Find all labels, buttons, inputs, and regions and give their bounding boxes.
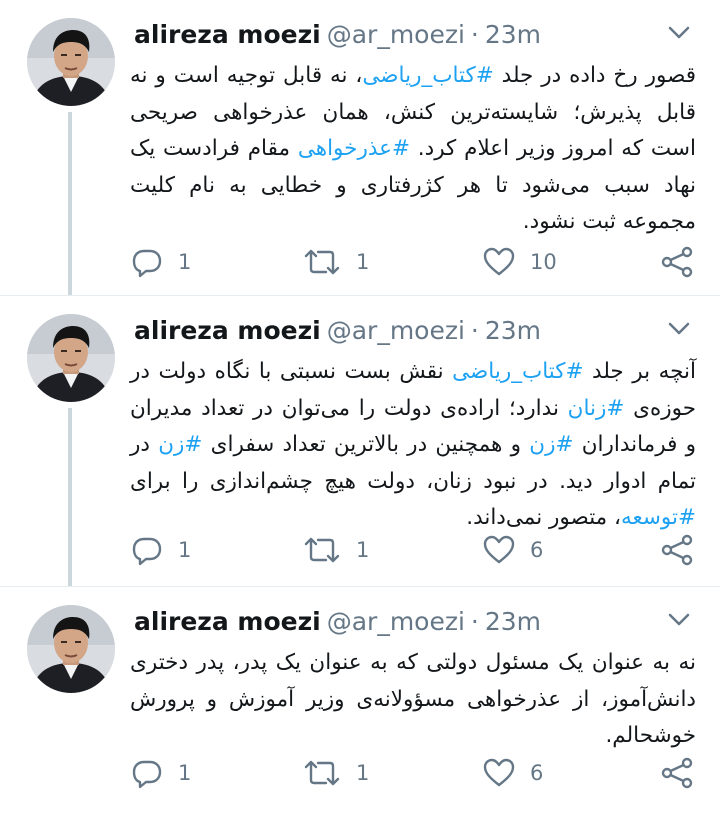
like-button[interactable]: 6 <box>482 530 543 570</box>
hashtag-link[interactable]: #زن <box>158 432 202 457</box>
avatar-image <box>27 314 115 402</box>
tweet-text: آنچه بر جلد #کتاب_ریاضی نقش بست نسبتی با… <box>130 354 696 539</box>
tweet-header: alireza moezi @ar_moezi · 23m <box>134 316 700 352</box>
reply-button[interactable]: 1 <box>130 242 191 282</box>
hashtag-link[interactable]: #زن <box>529 432 573 457</box>
retweet-icon <box>304 537 340 563</box>
hashtag-link[interactable]: #زنان <box>568 396 625 421</box>
tweet-actions: 1 1 10 <box>130 242 696 282</box>
tweet-text-segment: و همچنین در بالاترین تعداد سفرای <box>202 432 530 457</box>
avatar-image <box>27 18 115 106</box>
retweet-button[interactable]: 1 <box>302 753 369 793</box>
tweet[interactable]: alireza moezi @ar_moezi · 23m نه به عنوان ی… <box>0 587 720 819</box>
like-count: 10 <box>530 250 557 274</box>
separator-dot: · <box>470 316 479 345</box>
chevron-down-icon[interactable] <box>668 26 690 40</box>
chevron-down-icon[interactable] <box>668 613 690 627</box>
reply-button[interactable]: 1 <box>130 530 191 570</box>
tweet-actions: 1 1 6 <box>130 530 696 570</box>
reply-count: 1 <box>178 250 192 274</box>
share-icon <box>661 534 693 566</box>
hashtag-link[interactable]: #عذرخواهی <box>298 136 410 161</box>
heart-icon <box>483 758 515 787</box>
author-handle[interactable]: @ar_moezi <box>327 20 465 49</box>
reply-icon <box>132 760 162 789</box>
reply-count: 1 <box>178 538 192 562</box>
retweet-count: 1 <box>356 250 370 274</box>
like-count: 6 <box>530 761 544 785</box>
heart-icon <box>483 247 515 276</box>
tweet-text-segment: نه به عنوان یک مسئول دولتی که به عنوان ی… <box>130 650 696 748</box>
reply-button[interactable]: 1 <box>130 753 191 793</box>
share-button[interactable] <box>660 753 694 793</box>
tweet-text: نه به عنوان یک مسئول دولتی که به عنوان ی… <box>130 645 696 755</box>
tweet-actions: 1 1 6 <box>130 753 696 793</box>
thread-connector <box>68 408 72 586</box>
avatar-image <box>27 605 115 693</box>
author-name[interactable]: alireza moezi <box>134 316 321 345</box>
author-name[interactable]: alireza moezi <box>134 20 321 49</box>
share-icon <box>661 757 693 789</box>
retweet-icon <box>304 249 340 275</box>
timestamp[interactable]: 23m <box>485 20 541 49</box>
tweet[interactable]: alireza moezi @ar_moezi · 23m آنچه بر جلد #… <box>0 296 720 586</box>
chevron-down-icon[interactable] <box>668 322 690 336</box>
tweet-text-segment: قصور رخ داده در جلد <box>493 63 696 88</box>
reply-icon <box>132 249 162 278</box>
heart-icon <box>483 535 515 564</box>
share-icon <box>661 246 693 278</box>
like-button[interactable]: 10 <box>482 242 557 282</box>
like-button[interactable]: 6 <box>482 753 543 793</box>
tweet[interactable]: alireza moezi @ar_moezi · 23m قصور رخ داده … <box>0 0 720 295</box>
reply-count: 1 <box>178 761 192 785</box>
tweet-feed: alireza moezi @ar_moezi · 23m قصور رخ داده … <box>0 0 720 819</box>
timestamp[interactable]: 23m <box>485 316 541 345</box>
avatar[interactable] <box>27 314 115 402</box>
share-button[interactable] <box>660 530 694 570</box>
separator-dot: · <box>470 20 479 49</box>
retweet-button[interactable]: 1 <box>302 530 369 570</box>
reply-icon <box>132 537 162 566</box>
avatar[interactable] <box>27 605 115 693</box>
retweet-count: 1 <box>356 761 370 785</box>
share-button[interactable] <box>660 242 694 282</box>
hashtag-link[interactable]: #کتاب_ریاضی <box>362 63 493 88</box>
timestamp[interactable]: 23m <box>485 607 541 636</box>
avatar[interactable] <box>27 18 115 106</box>
like-count: 6 <box>530 538 544 562</box>
separator-dot: · <box>470 607 479 636</box>
author-handle[interactable]: @ar_moezi <box>327 316 465 345</box>
author-handle[interactable]: @ar_moezi <box>327 607 465 636</box>
tweet-header: alireza moezi @ar_moezi · 23m <box>134 607 700 643</box>
tweet-text-segment: ، متصور نمی‌داند. <box>466 505 621 530</box>
thread-connector <box>68 112 72 295</box>
retweet-icon <box>304 760 340 786</box>
tweet-text-segment: آنچه بر جلد <box>583 359 697 384</box>
hashtag-link[interactable]: #توسعه <box>621 505 696 530</box>
hashtag-link[interactable]: #کتاب_ریاضی <box>452 359 583 384</box>
retweet-button[interactable]: 1 <box>302 242 369 282</box>
tweet-header: alireza moezi @ar_moezi · 23m <box>134 20 700 56</box>
author-name[interactable]: alireza moezi <box>134 607 321 636</box>
tweet-text: قصور رخ داده در جلد #کتاب_ریاضی، نه قابل… <box>130 58 696 243</box>
retweet-count: 1 <box>356 538 370 562</box>
